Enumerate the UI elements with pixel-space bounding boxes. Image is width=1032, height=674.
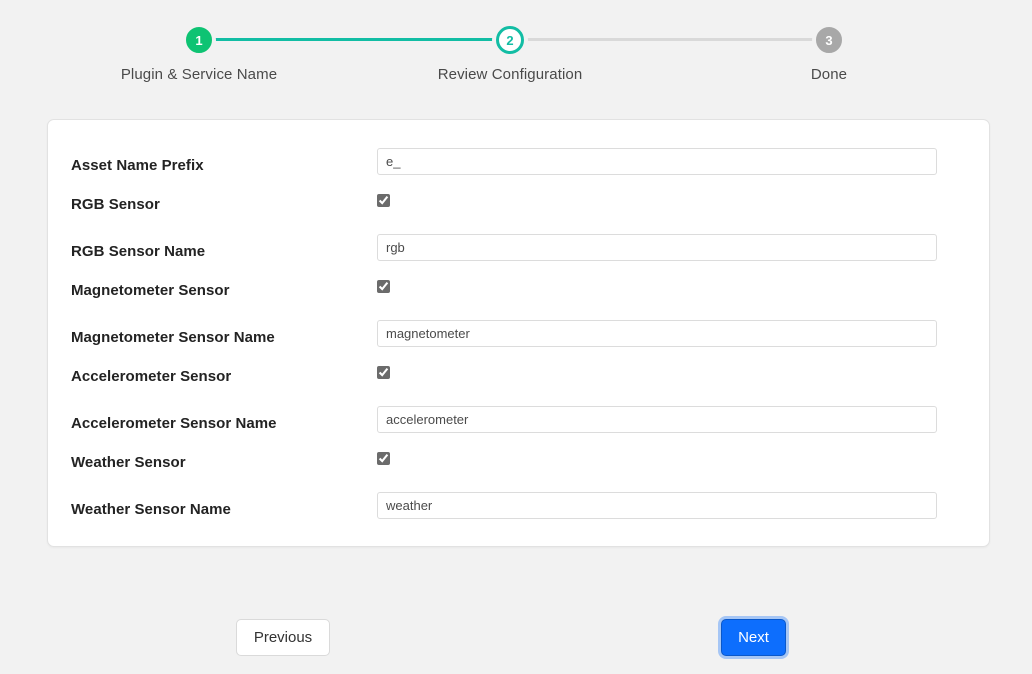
wizard-stepper: 1 Plugin & Service Name 2 Review Configu…	[0, 0, 1032, 100]
step-3-label: Done	[729, 66, 929, 83]
input-rgb-sensor-name[interactable]	[377, 234, 937, 261]
input-asset-name-prefix[interactable]	[377, 148, 937, 175]
configuration-form: Asset Name Prefix RGB Sensor RGB Sensor …	[48, 120, 989, 520]
checkbox-weather-sensor[interactable]	[377, 452, 390, 465]
step-3-number-badge[interactable]: 3	[816, 27, 842, 53]
wizard-step-2[interactable]: 2 Review Configuration	[410, 24, 610, 83]
control-weather-sensor	[377, 452, 967, 465]
form-row-weather-sensor-name: Weather Sensor Name	[48, 492, 989, 520]
wizard-step-3[interactable]: 3 Done	[729, 24, 929, 83]
control-weather-sensor-name	[377, 492, 967, 519]
step-3-bubble-wrap: 3	[729, 24, 929, 56]
control-asset-name-prefix	[377, 148, 967, 175]
control-rgb-sensor	[377, 194, 967, 207]
previous-button[interactable]: Previous	[236, 619, 330, 656]
configuration-card: Asset Name Prefix RGB Sensor RGB Sensor …	[47, 119, 990, 547]
control-accelerometer-sensor	[377, 366, 967, 379]
wizard-footer: Previous Next	[0, 617, 1032, 659]
control-rgb-sensor-name	[377, 234, 967, 261]
label-weather-sensor-name: Weather Sensor Name	[71, 492, 377, 520]
step-1-bubble-wrap: 1	[99, 24, 299, 56]
input-magnetometer-sensor-name[interactable]	[377, 320, 937, 347]
step-1-number-badge[interactable]: 1	[186, 27, 212, 53]
control-magnetometer-sensor-name	[377, 320, 967, 347]
input-accelerometer-sensor-name[interactable]	[377, 406, 937, 433]
label-rgb-sensor: RGB Sensor	[71, 194, 377, 215]
step-1-label: Plugin & Service Name	[99, 66, 299, 83]
step-2-label: Review Configuration	[410, 66, 610, 83]
checkbox-magnetometer-sensor[interactable]	[377, 280, 390, 293]
form-row-magnetometer-sensor-name: Magnetometer Sensor Name	[48, 320, 989, 348]
checkbox-rgb-sensor[interactable]	[377, 194, 390, 207]
label-magnetometer-sensor: Magnetometer Sensor	[71, 280, 377, 301]
input-weather-sensor-name[interactable]	[377, 492, 937, 519]
next-button[interactable]: Next	[721, 619, 786, 656]
form-row-accelerometer-sensor-name: Accelerometer Sensor Name	[48, 406, 989, 434]
label-magnetometer-sensor-name: Magnetometer Sensor Name	[71, 320, 377, 348]
form-row-asset-name-prefix: Asset Name Prefix	[48, 148, 989, 176]
form-row-magnetometer-sensor: Magnetometer Sensor	[48, 280, 989, 301]
form-row-rgb-sensor: RGB Sensor	[48, 194, 989, 215]
checkbox-accelerometer-sensor[interactable]	[377, 366, 390, 379]
control-accelerometer-sensor-name	[377, 406, 967, 433]
form-row-accelerometer-sensor: Accelerometer Sensor	[48, 366, 989, 387]
label-accelerometer-sensor-name: Accelerometer Sensor Name	[71, 406, 377, 434]
step-2-number-badge[interactable]: 2	[496, 26, 524, 54]
wizard-step-1[interactable]: 1 Plugin & Service Name	[99, 24, 299, 83]
form-row-rgb-sensor-name: RGB Sensor Name	[48, 234, 989, 262]
label-accelerometer-sensor: Accelerometer Sensor	[71, 366, 377, 387]
step-2-bubble-wrap: 2	[410, 24, 610, 56]
form-row-weather-sensor: Weather Sensor	[48, 452, 989, 473]
label-weather-sensor: Weather Sensor	[71, 452, 377, 473]
control-magnetometer-sensor	[377, 280, 967, 293]
label-asset-name-prefix: Asset Name Prefix	[71, 148, 377, 176]
label-rgb-sensor-name: RGB Sensor Name	[71, 234, 377, 262]
